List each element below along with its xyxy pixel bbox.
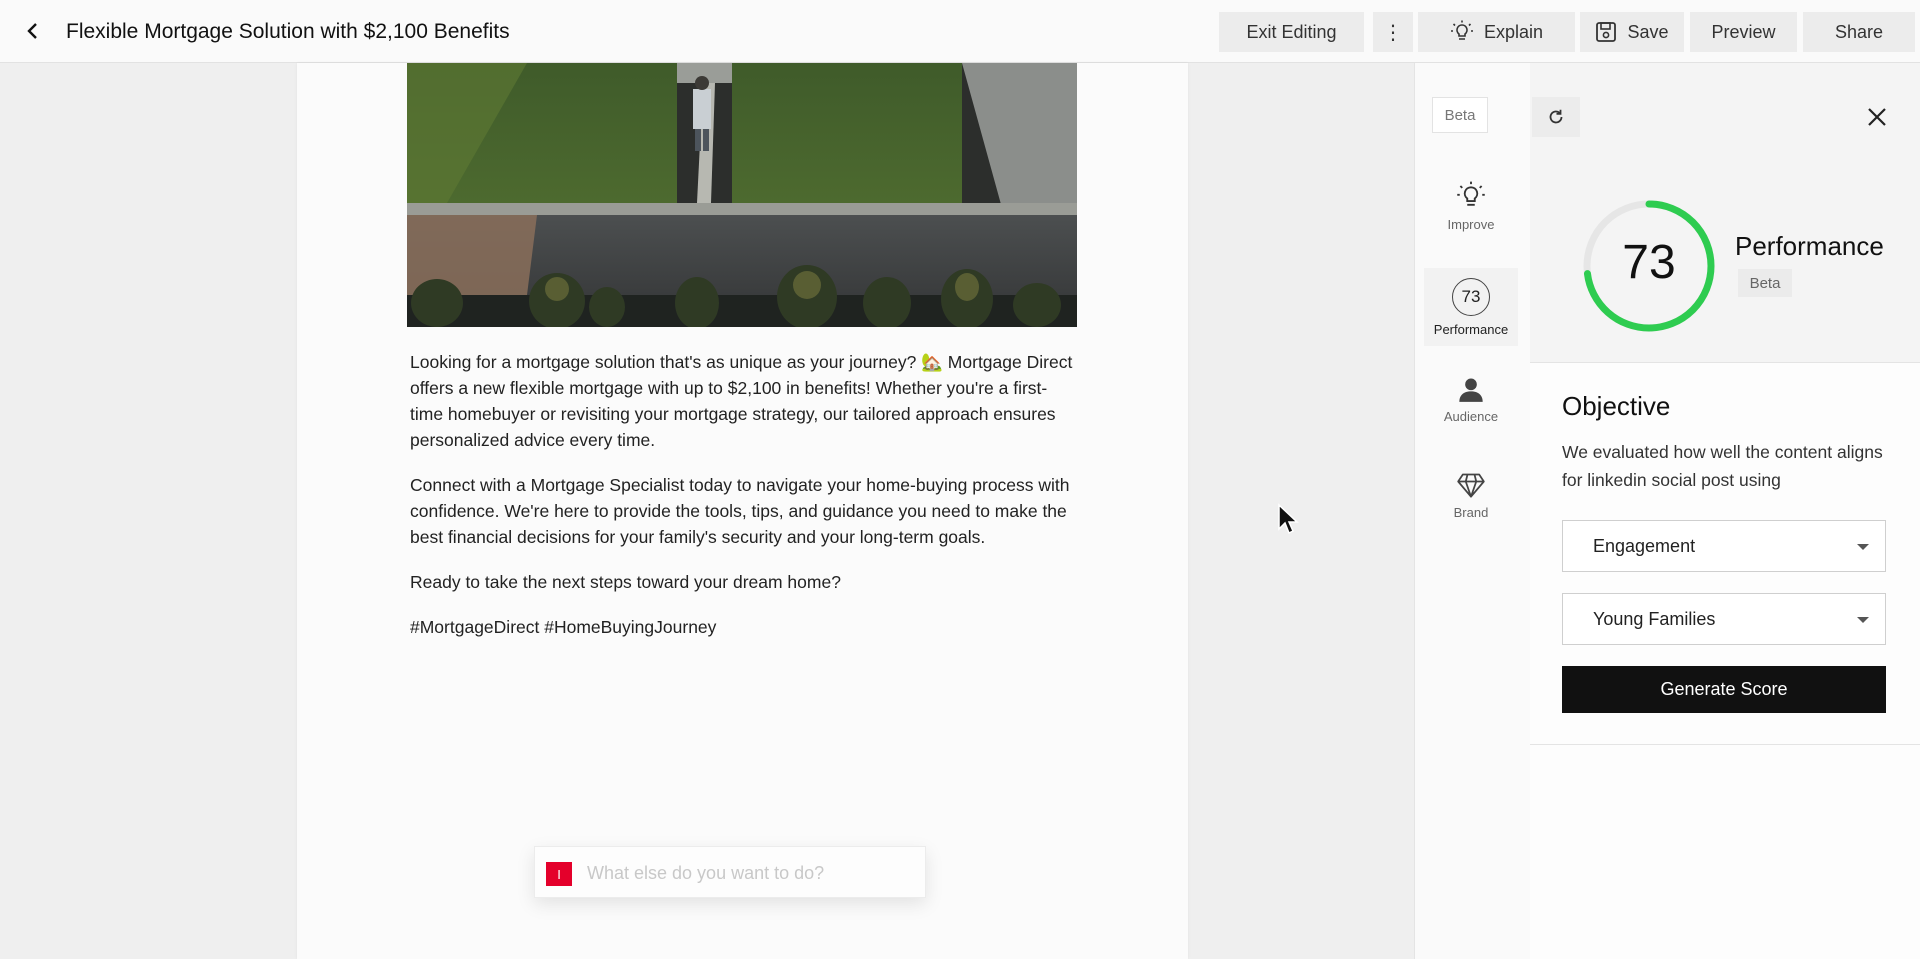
audience-select-value: Young Families	[1593, 608, 1716, 629]
suburban-yard-photo	[407, 63, 1077, 327]
performance-beta-badge: Beta	[1738, 269, 1792, 297]
rail-tab-performance[interactable]: 73 Performance	[1424, 268, 1518, 346]
back-button[interactable]	[18, 16, 48, 46]
caret-down-icon	[1857, 544, 1869, 550]
preview-button[interactable]: Preview	[1690, 12, 1797, 52]
rail-tab-audience[interactable]: Audience	[1424, 375, 1518, 424]
more-options-button[interactable]: ⋮	[1373, 12, 1413, 52]
explain-button[interactable]: Explain	[1418, 12, 1575, 52]
exit-editing-button[interactable]: Exit Editing	[1219, 12, 1364, 52]
objective-description: We evaluated how well the content aligns…	[1562, 442, 1883, 490]
page-title: Flexible Mortgage Solution with $2,100 B…	[66, 20, 510, 43]
rail-tab-brand[interactable]: Brand	[1424, 471, 1518, 520]
objective-select-value: Engagement	[1593, 535, 1696, 556]
rail-label: Audience	[1443, 409, 1499, 424]
performance-panel: 73 Performance Beta Objective We evaluat…	[1530, 63, 1920, 959]
beta-badge: Beta	[1432, 97, 1488, 133]
assistant-rail: Beta Improve 73 Performance Audience Bra…	[1414, 63, 1530, 959]
mouse-cursor-icon	[1278, 503, 1299, 535]
editor-canvas: Looking for a mortgage solution that's a…	[297, 63, 1188, 959]
post-hashtags: #MortgageDirect #HomeBuyingJourney	[410, 617, 717, 637]
post-image	[407, 63, 1077, 327]
person-icon	[1459, 378, 1483, 402]
refresh-icon	[1549, 109, 1563, 124]
post-paragraph: Ready to take the next steps toward your…	[410, 572, 841, 592]
audience-select[interactable]: Young Families	[1562, 593, 1886, 645]
objective-title: Objective	[1562, 391, 1671, 421]
save-button[interactable]: Save	[1580, 12, 1684, 52]
diamond-icon	[1457, 473, 1485, 498]
rail-label: Brand	[1453, 505, 1489, 520]
refresh-button[interactable]	[1532, 97, 1580, 137]
generate-score-button[interactable]: Generate Score	[1562, 666, 1886, 713]
post-paragraph: Looking for a mortgage solution that's a…	[410, 352, 1073, 450]
floppy-disk-icon	[1596, 22, 1617, 42]
rail-label: Performance	[1433, 321, 1509, 337]
caret-down-icon	[1857, 617, 1869, 623]
post-paragraph: Connect with a Mortgage Specialist today…	[410, 475, 1070, 547]
performance-score: 73	[1622, 236, 1676, 289]
explain-label: Explain	[1483, 21, 1544, 42]
post-text[interactable]: Looking for a mortgage solution that's a…	[410, 349, 1080, 659]
objective-select[interactable]: Engagement	[1562, 520, 1886, 572]
ai-prompt-box: I	[534, 846, 926, 898]
share-button[interactable]: Share	[1803, 12, 1915, 52]
rail-label: Improve	[1447, 217, 1495, 232]
brand-mark-icon: I	[546, 862, 572, 886]
ai-prompt-input[interactable]	[587, 860, 907, 886]
rail-tab-improve[interactable]: Improve	[1424, 181, 1518, 232]
chevron-left-icon	[27, 23, 37, 39]
panel-divider	[1530, 744, 1920, 745]
lightbulb-icon	[1457, 181, 1485, 206]
top-bar: Flexible Mortgage Solution with $2,100 B…	[0, 0, 1920, 63]
close-button[interactable]	[1860, 100, 1894, 134]
performance-score-chip: 73	[1452, 277, 1490, 316]
save-label: Save	[1627, 21, 1669, 42]
performance-title: Performance	[1735, 231, 1884, 261]
close-icon	[1868, 108, 1886, 126]
lightbulb-icon	[1450, 20, 1473, 40]
